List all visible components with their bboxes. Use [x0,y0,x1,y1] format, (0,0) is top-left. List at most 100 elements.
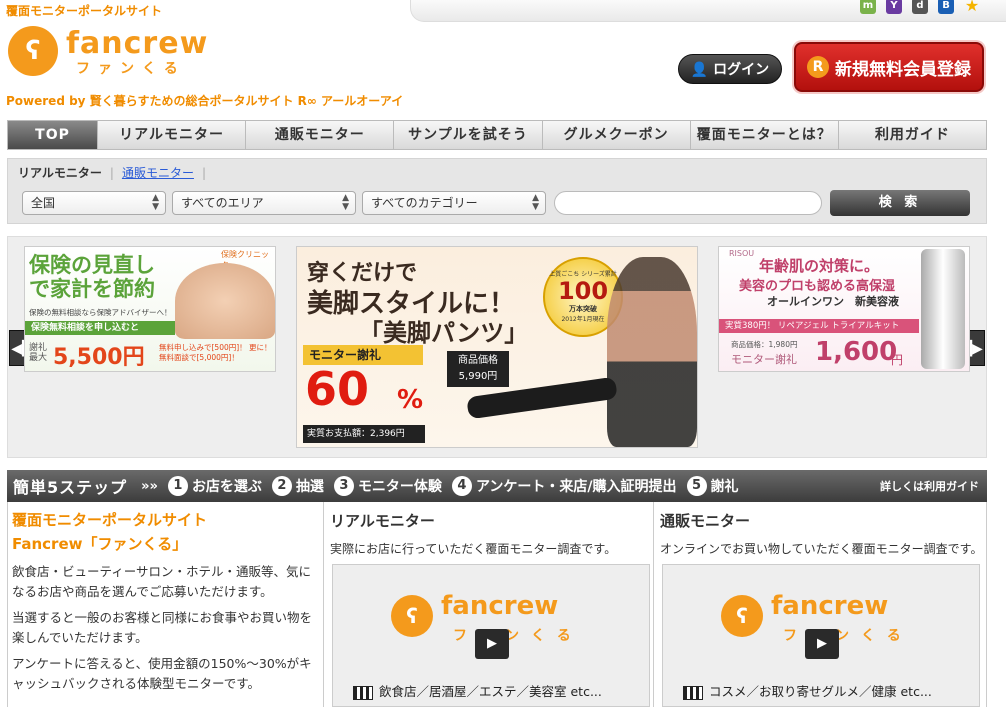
step-label: モニター体験 [357,479,442,495]
social-bar: m Y d B ★ [410,0,1006,22]
insurance-banner[interactable]: 保険の見直しで家計を節約 保険クリニック 保険の無料相談なら保険アドバイザーへ！… [24,246,276,372]
tab-mail-monitor[interactable]: 通販モニター [122,164,194,181]
roi-r-icon: R [807,56,829,78]
search-tabs: リアルモニター | 通販モニター | [18,164,206,181]
intro-title2: Fancrew「ファンくる」 [12,535,188,553]
intro-column: 覆面モニターポータルサイト Fancrew「ファンくる」 飲食店・ビューティーサ… [7,502,323,707]
intro-title1: 覆面モニターポータルサイト [12,511,208,529]
price-box: 商品価格 5,990円 [447,351,509,387]
mail-monitor-caption: コスメ／お取り寄せグルメ／健康 etc... [709,684,932,699]
real-monitor-caption: 飲食店／居酒屋／エステ／美容室 etc... [379,684,602,699]
step-4: 4 アンケート・来店/購入証明提出 [451,476,677,496]
step-label: アンケート・来店/購入証明提出 [475,479,677,495]
serum-banner[interactable]: RISOU 年齢肌の対策に。 美容のプロも認める高保湿 オールインワン 新美容液… [718,246,970,372]
powered-by[interactable]: Powered by 賢く暮らすための総合ポータルサイト R∞ アールオーアイ [6,92,403,109]
serum-headline1: 年齢肌の対策に。 [759,257,880,275]
main-nav: TOP リアルモニター 通販モニター サンプルを試そう グルメクーポン 覆面モニ… [7,120,987,150]
step-3: 3 モニター体験 [333,476,442,496]
play-icon[interactable]: ▶ [805,629,839,659]
step-number: 1 [167,476,188,496]
register-button[interactable]: R 新規無料会員登録 [794,42,984,92]
serum-bottle-image [921,249,965,369]
register-label: 新規無料会員登録 [835,59,971,80]
yahoo-icon[interactable]: Y [886,0,902,14]
play-icon[interactable]: ▶ [475,629,509,659]
intro-text: 覆面モニターポータルサイト Fancrew「ファンくる」 飲食店・ビューティーサ… [12,508,312,694]
hatena-icon[interactable]: B [938,0,954,14]
region-select[interactable]: 全国 ▲ ▼ [22,191,166,215]
step-2: 2 抽選 [271,476,324,496]
nav-top[interactable]: TOP [8,121,98,149]
tab-real-monitor[interactable]: リアルモニター [18,164,102,181]
price-value: 5,990円 [458,371,498,382]
area-select[interactable]: すべてのエリア ▲ ▼ [172,191,356,215]
steps-title: 簡単5ステップ [13,478,128,497]
delicious-icon[interactable]: d [912,0,928,14]
actual-payment: 実質お支払額：2,396円 [303,425,425,443]
fancrew-logo-icon: ʕ [391,595,433,637]
mail-monitor-title[interactable]: 通販モニター [660,510,750,531]
clapper-icon [683,685,703,700]
step-number: 4 [451,476,472,496]
nav-mail-monitor[interactable]: 通販モニター [246,121,395,149]
mixi-icon[interactable]: m [860,0,876,14]
insurance-note: 無料申し込みで[500円]！ 更に！無料面談で[5,000円]！ [159,343,272,362]
mail-monitor-caption-row: コスメ／お取り寄せグルメ／健康 etc... [683,681,932,700]
social-icons: m Y d B ★ [860,0,980,14]
five-steps-bar: 簡単5ステップ »» 1 お店を選ぶ 2 抽選 3 モニター体験 4 アンケート・来店/… [7,470,987,502]
category-select-value: すべてのカテゴリー [371,196,478,210]
region-select-value: 全国 [31,196,56,210]
serum-reward: 1,600 [815,337,898,367]
step-number: 2 [271,476,292,496]
nav-samples[interactable]: サンプルを試そう [394,121,543,149]
site-tagline: 覆面モニターポータルサイト [6,4,163,18]
fancrew-logo-icon: ʕ [721,595,763,637]
serum-brand: RISOU [729,249,755,258]
logo-text[interactable]: fancrew [66,26,208,61]
insurance-reward: 5,500円 [53,345,145,370]
mail-monitor-video[interactable]: ʕ fancrew ファンくる ▶ コスメ／お取り寄せグルメ／健康 etc... [662,564,980,707]
nav-real-monitor[interactable]: リアルモニター [98,121,247,149]
family-photo [175,263,275,339]
step-number: 3 [333,476,354,496]
nav-guide[interactable]: 利用ガイド [839,121,986,149]
category-select[interactable]: すべてのカテゴリー ▲ ▼ [362,191,546,215]
step-1: 1 お店を選ぶ [167,476,262,496]
pants-reward-sign: % [397,385,424,415]
serum-strip: 実質380円！ リペアジェル トライアルキット [719,319,919,333]
pants-banner[interactable]: 穿くだけで 美脚スタイルに！ 「美脚パンツ」 上質ごこち シリーズ累計 100 … [296,246,698,448]
nav-about[interactable]: 覆面モニターとは？ [691,121,839,149]
updown-icon: ▲ ▼ [342,193,349,212]
serum-headline2: 美容のプロも認める高保湿 [739,279,896,294]
login-button[interactable]: 👤 ログイン [678,54,782,84]
search-button[interactable]: 検 索 [830,190,970,216]
serum-price: 商品価格：1,980円 [731,340,798,349]
double-chevron-icon: »» [141,478,158,494]
insurance-line1: 保険の無料相談なら保険アドバイザーへ！ [29,308,172,317]
pants-reward-pct: 60 [305,362,370,416]
guide-link[interactable]: 詳しくは利用ガイド [880,478,979,494]
insurance-reward-prefix: 謝礼最大 [29,343,48,363]
step-5: 5 謝礼 [686,476,739,496]
insurance-headline: 保険の見直しで家計を節約 [29,253,155,301]
intro-p3: アンケートに答えると、使用金額の150%〜30%がキャッシュバックされる体験型モ… [12,656,312,691]
model-photo [607,257,697,447]
login-label: ログイン [713,62,770,78]
serum-reward-unit: 円 [891,353,904,367]
step-label: お店を選ぶ [191,479,262,495]
step-number: 5 [686,476,707,496]
star-icon[interactable]: ★ [964,0,980,14]
mail-monitor-column: 通販モニター オンラインでお買い物していただく覆面モニター調査です。 ʕ fan… [653,502,987,707]
step-label: 謝礼 [710,479,739,495]
nav-gourmet-coupon[interactable]: グルメクーポン [543,121,691,149]
fancrew-logo-icon[interactable]: ʕ [8,26,58,76]
video-logo-kana: ファンくる [453,628,583,644]
intro-p1: 飲食店・ビューティーサロン・ホテル・通販等、気になるお店や商品を選んでご応募いた… [12,564,312,599]
clapper-icon [353,685,373,700]
video-logo-kana: ファンくる [783,628,913,644]
real-monitor-video[interactable]: ʕ fancrew ファンくる ▶ 飲食店／居酒屋／エステ／美容室 etc... [332,564,650,707]
real-monitor-desc: 実際にお店に行っていただく覆面モニター調査です。 [330,542,617,556]
search-input[interactable] [554,191,822,215]
pants-headline3: 「美脚パンツ」 [359,319,529,347]
real-monitor-title[interactable]: リアルモニター [330,510,435,531]
